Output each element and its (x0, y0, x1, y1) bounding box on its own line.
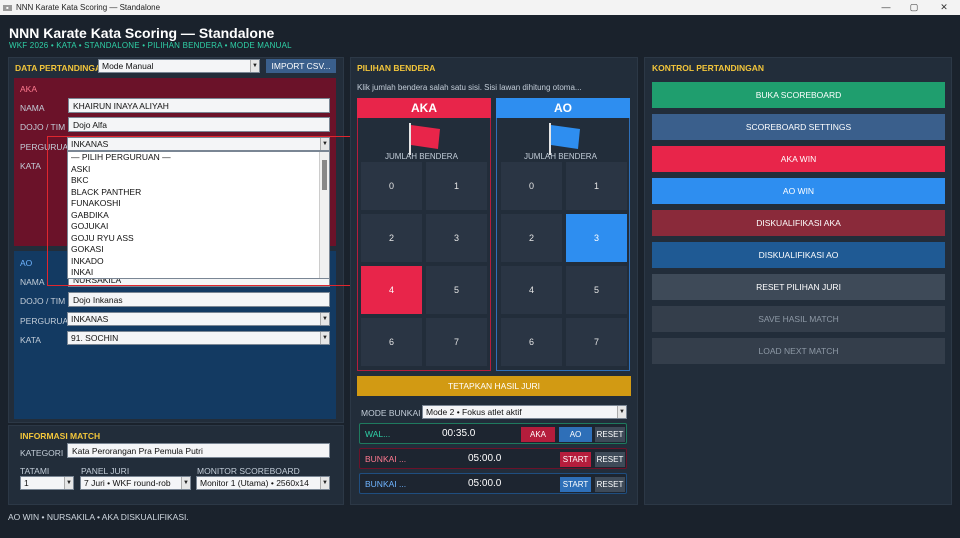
reset-pilihan-juri-button[interactable]: RESET PILIHAN JURI (652, 274, 945, 300)
timer-bunkai-ao-start-button[interactable]: START (560, 477, 591, 492)
timer-walk-label: WAL... (365, 429, 391, 439)
import-csv-button[interactable]: IMPORT CSV... (266, 59, 336, 73)
tatami-select[interactable]: 1 ▼ (20, 476, 74, 490)
save-hasil-match-button[interactable]: SAVE HASIL MATCH (652, 306, 945, 332)
ao-nama-label: NAMA (20, 277, 45, 287)
aka-jumlah-label: JUMLAH BENDERA (385, 152, 458, 161)
aka-count-0-button[interactable]: 0 (361, 162, 422, 210)
aka-count-6-button[interactable]: 6 (361, 318, 422, 366)
highlight-box (47, 136, 351, 286)
app-icon: ■ (3, 4, 12, 11)
timer-row-bunkai-aka: BUNKAI ... 05:00.0 START RESET (359, 448, 627, 469)
maximize-button[interactable]: ▢ (900, 0, 928, 15)
diskualifikasi-ao-button[interactable]: DISKUALIFIKASI AO (652, 242, 945, 268)
ao-win-button[interactable]: AO WIN (652, 178, 945, 204)
timer-row-bunkai-ao: BUNKAI ... 05:00.0 START RESET (359, 473, 627, 494)
timer-walk-reset-button[interactable]: RESET (595, 427, 625, 442)
aka-nama-field[interactable]: KHAIRUN INAYA ALIYAH (68, 98, 330, 113)
data-pertandingan-title: DATA PERTANDINGAN (15, 63, 108, 73)
aka-label: AKA (20, 84, 38, 94)
timer-bunkai-aka-value: 05:00.0 (468, 453, 502, 464)
window-title: NNN Karate Kata Scoring — Standalone (16, 3, 161, 12)
ao-count-0-button[interactable]: 0 (501, 162, 562, 210)
informasi-match-title: INFORMASI MATCH (20, 431, 101, 441)
timer-bunkai-aka-reset-button[interactable]: RESET (595, 452, 625, 467)
app-subtitle: WKF 2026 • KATA • STANDALONE • PILIHAN B… (9, 41, 292, 50)
ao-label: AO (20, 258, 33, 268)
chevron-down-icon: ▼ (617, 406, 626, 418)
kategori-field[interactable]: Kata Perorangan Pra Pemula Putri (67, 443, 330, 458)
load-next-match-button[interactable]: LOAD NEXT MATCH (652, 338, 945, 364)
aka-count-7-button[interactable]: 7 (426, 318, 487, 366)
timer-row-walk: WAL... 00:35.0 AKA AO RESET (359, 423, 627, 444)
status-text: AO WIN • NURSAKILA • AKA DISKUALIFIKASI. (8, 512, 189, 522)
timer-bunkai-ao-reset-button[interactable]: RESET (595, 477, 625, 492)
ao-perguruan-select[interactable]: INKANAS ▼ (67, 312, 330, 326)
aka-count-4-button[interactable]: 4 (361, 266, 422, 314)
aka-count-1-button[interactable]: 1 (426, 162, 487, 210)
aka-win-button[interactable]: AKA WIN (652, 146, 945, 172)
timer-walk-aka-button[interactable]: AKA (521, 427, 555, 442)
minimize-button[interactable]: — (872, 0, 900, 15)
app-title: NNN Karate Kata Scoring — Standalone (9, 25, 275, 41)
ao-count-4-button[interactable]: 4 (501, 266, 562, 314)
aka-dojo-field[interactable]: Dojo Alfa (68, 117, 330, 132)
app-header: NNN Karate Kata Scoring — Standalone WKF… (0, 15, 960, 55)
ao-count-5-button[interactable]: 5 (566, 266, 627, 314)
scoreboard-settings-button[interactable]: SCOREBOARD SETTINGS (652, 114, 945, 140)
timer-walk-ao-button[interactable]: AO (559, 427, 592, 442)
ao-kata-select[interactable]: 91. SOCHIN ▼ (67, 331, 330, 345)
panel-juri-label: PANEL JURI (81, 466, 130, 476)
timer-bunkai-ao-value: 05:00.0 (468, 478, 502, 489)
timer-bunkai-aka-label: BUNKAI ... (365, 454, 407, 464)
pilihan-bendera-title: PILIHAN BENDERA (357, 63, 436, 73)
ao-count-7-button[interactable]: 7 (566, 318, 627, 366)
chevron-down-icon: ▼ (320, 313, 329, 325)
diskualifikasi-aka-button[interactable]: DISKUALIFIKASI AKA (652, 210, 945, 236)
tatami-label: TATAMI (20, 466, 50, 476)
timer-bunkai-ao-label: BUNKAI ... (365, 479, 407, 489)
aka-nama-label: NAMA (20, 103, 45, 113)
timer-walk-value: 00:35.0 (442, 428, 476, 439)
ao-dojo-field[interactable]: Dojo Inkanas (68, 292, 330, 307)
mode-select[interactable]: Mode Manual ▼ (98, 59, 260, 73)
aka-dojo-label: DOJO / TIM (20, 122, 66, 132)
aka-kata-label: KATA (20, 161, 41, 171)
mode-bunkai-label: MODE BUNKAI (361, 408, 421, 418)
monitor-label: MONITOR SCOREBOARD (197, 466, 300, 476)
kontrol-title: KONTROL PERTANDINGAN (652, 63, 765, 73)
ao-count-3-button[interactable]: 3 (566, 214, 627, 262)
tetapkan-hasil-button[interactable]: TETAPKAN HASIL JURI (357, 376, 631, 396)
ao-flag-header: AO (496, 98, 630, 118)
ao-count-2-button[interactable]: 2 (501, 214, 562, 262)
aka-count-5-button[interactable]: 5 (426, 266, 487, 314)
mode-bunkai-select[interactable]: Mode 2 • Fokus atlet aktif ▼ (422, 405, 627, 419)
panel-juri-select[interactable]: 7 Juri • WKF round-rob ▼ (80, 476, 191, 490)
window-titlebar: ■ NNN Karate Kata Scoring — Standalone —… (0, 0, 960, 15)
chevron-down-icon: ▼ (64, 477, 73, 489)
aka-flag-header: AKA (357, 98, 491, 118)
buka-scoreboard-button[interactable]: BUKA SCOREBOARD (652, 82, 945, 108)
aka-count-2-button[interactable]: 2 (361, 214, 422, 262)
chevron-down-icon: ▼ (320, 332, 329, 344)
ao-jumlah-label: JUMLAH BENDERA (524, 152, 597, 161)
ao-dojo-label: DOJO / TIM (20, 296, 66, 306)
ao-count-6-button[interactable]: 6 (501, 318, 562, 366)
ao-kata-label: KATA (20, 335, 41, 345)
aka-count-3-button[interactable]: 3 (426, 214, 487, 262)
ao-count-1-button[interactable]: 1 (566, 162, 627, 210)
chevron-down-icon: ▼ (320, 477, 329, 489)
timer-bunkai-aka-start-button[interactable]: START (560, 452, 591, 467)
chevron-down-icon: ▼ (250, 60, 259, 72)
pilihan-hint: Klik jumlah bendera salah satu sisi. Sis… (357, 83, 582, 92)
chevron-down-icon: ▼ (181, 477, 190, 489)
monitor-select[interactable]: Monitor 1 (Utama) • 2560x14 ▼ (196, 476, 330, 490)
close-button[interactable]: ✕ (930, 0, 958, 15)
kategori-label: KATEGORI (20, 448, 64, 458)
